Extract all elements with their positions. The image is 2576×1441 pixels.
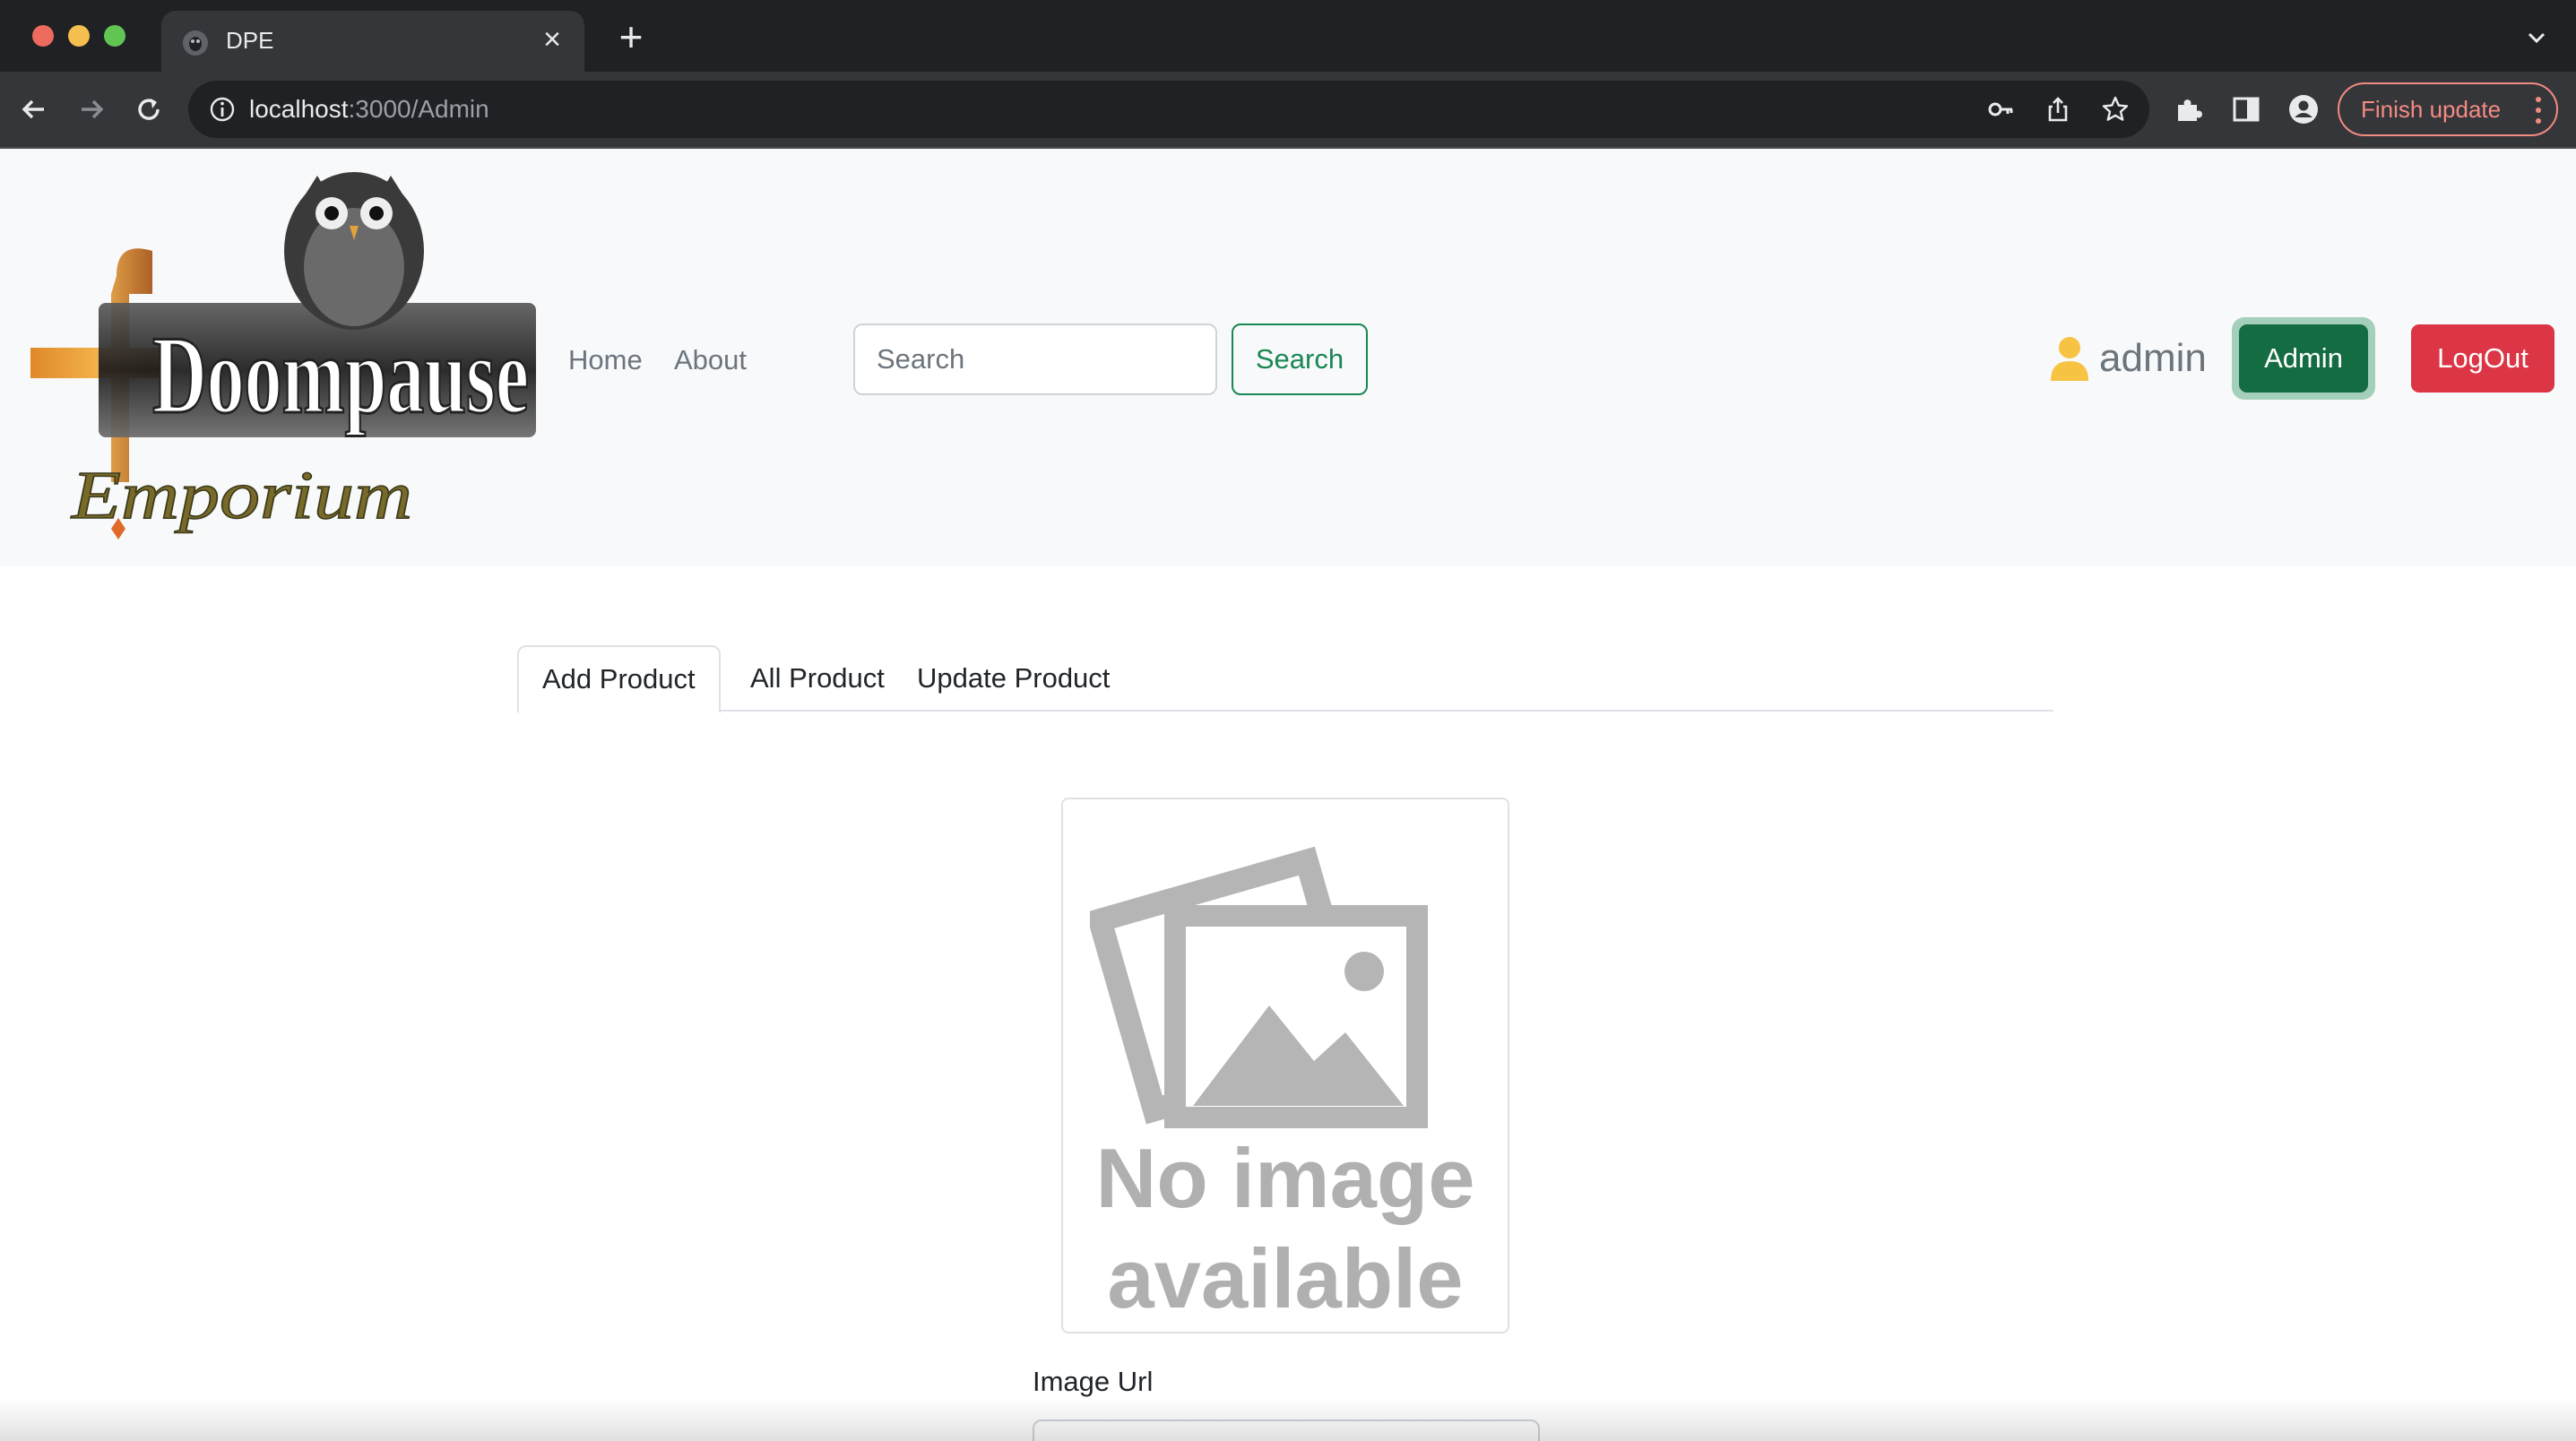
reload-icon[interactable] xyxy=(127,88,170,131)
tab-update-product[interactable]: Update Product xyxy=(894,645,1133,712)
image-url-input[interactable] xyxy=(1033,1419,1540,1441)
site-navbar: Doompause Emporium Home About Search adm… xyxy=(0,149,2576,566)
product-image-preview: No image available xyxy=(1061,798,1509,1333)
owl-favicon-icon xyxy=(183,30,208,56)
side-panel-icon[interactable] xyxy=(2228,91,2264,127)
tab-all-product[interactable]: All Product xyxy=(727,645,908,712)
tab-title: DPE xyxy=(226,27,274,54)
profile-icon[interactable] xyxy=(2286,91,2321,127)
user-info: admin xyxy=(2049,330,2207,387)
nav-home-link[interactable]: Home xyxy=(568,344,643,376)
brand-logo[interactable]: Doompause Emporium xyxy=(18,168,538,545)
search-button[interactable]: Search xyxy=(1232,324,1368,395)
address-bar[interactable]: localhost:3000/Admin xyxy=(188,81,2149,138)
finish-update-button[interactable]: Finish update xyxy=(2338,82,2558,136)
close-window-button[interactable] xyxy=(32,25,54,47)
bookmark-star-icon[interactable] xyxy=(2099,93,2131,125)
new-tab-icon[interactable]: + xyxy=(611,16,651,57)
browser-tabstrip: DPE × + xyxy=(0,0,2576,72)
no-image-text-line1: No image xyxy=(1095,1131,1475,1225)
finish-update-label: Finish update xyxy=(2361,95,2502,123)
no-image-text-line2: available xyxy=(1107,1231,1464,1325)
logout-button[interactable]: LogOut xyxy=(2411,324,2554,393)
svg-text:Emporium: Emporium xyxy=(71,458,412,533)
key-icon[interactable] xyxy=(1984,93,2017,125)
maximize-window-button[interactable] xyxy=(104,25,125,47)
person-icon xyxy=(2051,337,2088,381)
close-tab-icon[interactable]: × xyxy=(536,23,568,56)
more-vertical-icon[interactable] xyxy=(2535,95,2542,125)
tab-add-product[interactable]: Add Product xyxy=(517,645,721,713)
browser-toolbar: localhost:3000/Admin Finish update xyxy=(0,72,2576,147)
image-url-label: Image Url xyxy=(1033,1366,1154,1397)
username-label: admin xyxy=(2099,336,2207,380)
admin-tabs: Add Product All Product Update Product xyxy=(517,645,2053,713)
share-icon[interactable] xyxy=(2042,93,2074,125)
minimize-window-button[interactable] xyxy=(68,25,90,47)
back-arrow-icon[interactable] xyxy=(13,88,56,131)
search-input[interactable] xyxy=(853,324,1217,395)
nav-about-link[interactable]: About xyxy=(674,344,747,376)
image-placeholder-icon xyxy=(1090,846,1428,1128)
admin-button[interactable]: Admin xyxy=(2239,324,2368,393)
url-text: localhost:3000/Admin xyxy=(249,95,489,123)
browser-tab[interactable]: DPE × xyxy=(161,11,584,72)
forward-arrow-icon[interactable] xyxy=(70,88,113,131)
svg-text:Doompause: Doompause xyxy=(152,314,529,436)
extensions-puzzle-icon[interactable] xyxy=(2171,91,2207,127)
site-info-icon[interactable] xyxy=(208,95,237,124)
chevron-down-icon[interactable] xyxy=(2522,23,2551,52)
